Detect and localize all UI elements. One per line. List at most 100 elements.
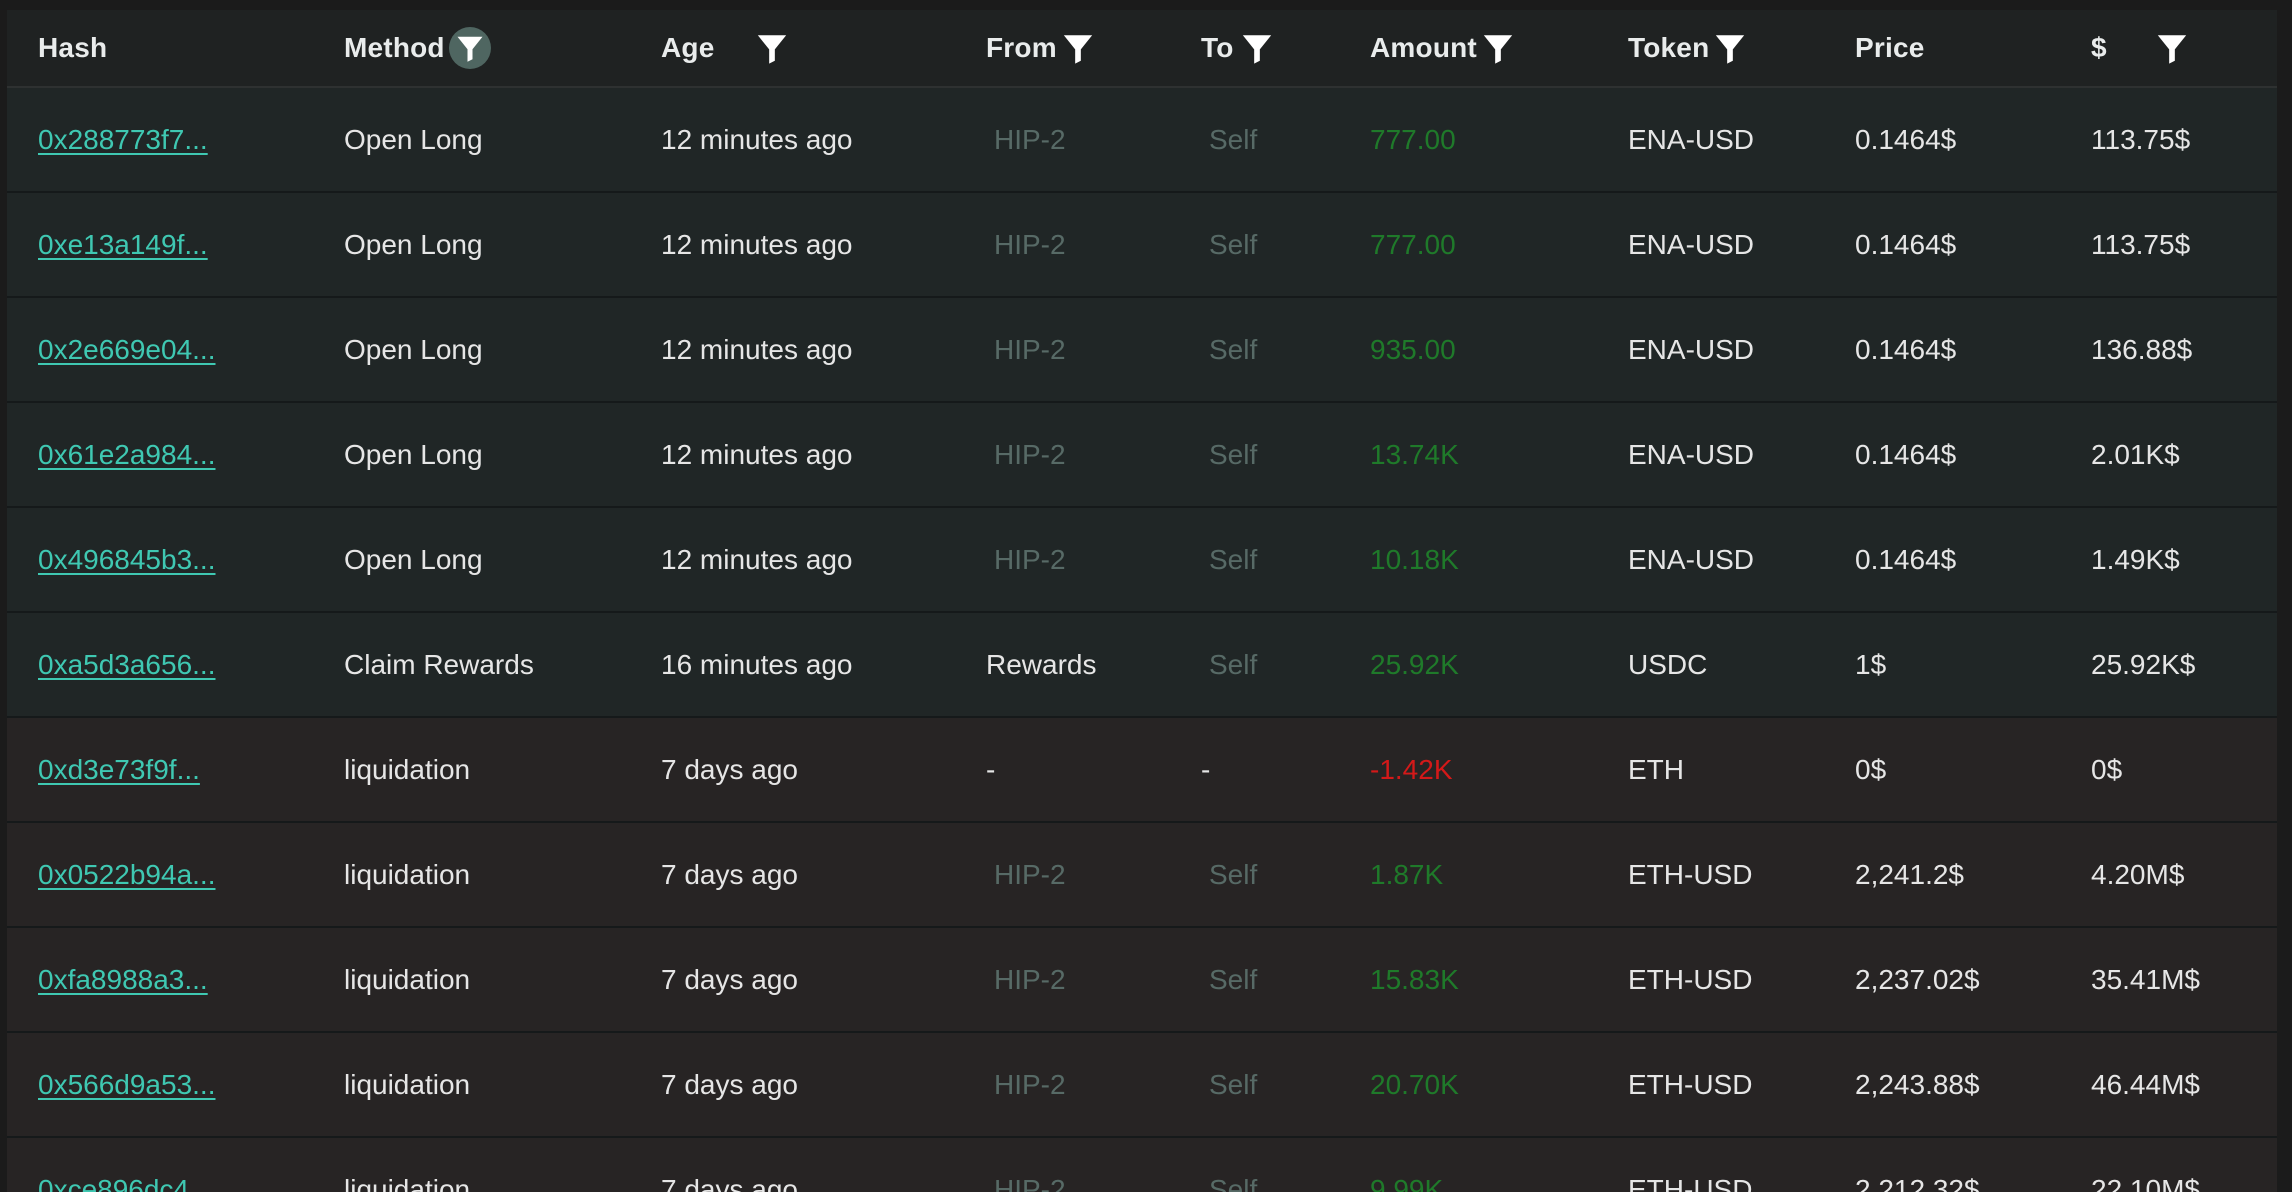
from-cell: HIP-2 <box>994 543 1066 575</box>
column-header-to[interactable]: To <box>1201 10 1274 86</box>
tx-hash-link[interactable]: 0x496845b3... <box>38 508 216 611</box>
column-label-from: From <box>986 32 1057 63</box>
price-cell: 2,212.32$ <box>1855 1173 1980 1192</box>
transactions-table: Hash Method Age From To Amount Token Price $ 0x2… <box>7 10 2277 1192</box>
table-row[interactable]: 0x2e669e04... Open Long 12 minutes ago HIP-… <box>7 298 2277 403</box>
to-cell: Self <box>1209 648 1258 680</box>
usd-cell: 25.92K$ <box>2091 648 2196 680</box>
from-cell: - <box>986 753 996 785</box>
method-cell: Open Long <box>344 123 483 155</box>
method-cell: liquidation <box>344 1068 471 1100</box>
token-cell: ETH-USD <box>1628 858 1753 890</box>
filter-icon[interactable] <box>755 31 789 65</box>
amount-cell: 25.92K <box>1370 648 1459 680</box>
transactions-panel: Hash Method Age From To Amount Token Price $ 0x2… <box>0 0 2292 1192</box>
tx-hash-link[interactable]: 0x0522b94a... <box>38 823 216 926</box>
table-row[interactable]: 0xa5d3a656... Claim Rewards 16 minutes ago… <box>7 613 2277 718</box>
table-header: Hash Method Age From To Amount Token Price $ <box>7 10 2277 88</box>
table-row[interactable]: 0xce896dc4... liquidation 7 days ago HIP-2 S… <box>7 1138 2277 1192</box>
age-cell: 12 minutes ago <box>661 333 853 365</box>
amount-cell: 15.83K <box>1370 963 1459 995</box>
tx-hash-link[interactable]: 0xa5d3a656... <box>38 613 216 716</box>
to-cell: Self <box>1209 438 1258 470</box>
token-cell: ENA-USD <box>1628 228 1755 260</box>
to-cell: Self <box>1209 123 1258 155</box>
amount-cell: 20.70K <box>1370 1068 1459 1100</box>
table-row[interactable]: 0x0522b94a... liquidation 7 days ago HIP-2 S… <box>7 823 2277 928</box>
age-cell: 12 minutes ago <box>661 228 853 260</box>
column-label-price: Price <box>1855 32 1925 63</box>
token-cell: ENA-USD <box>1628 333 1755 365</box>
age-cell: 7 days ago <box>661 858 798 890</box>
table-row[interactable]: 0x496845b3... Open Long 12 minutes ago HIP-… <box>7 508 2277 613</box>
age-cell: 7 days ago <box>661 963 798 995</box>
amount-cell: -1.42K <box>1370 753 1453 785</box>
column-header-hash[interactable]: Hash <box>38 10 107 86</box>
usd-cell: 4.20M$ <box>2091 858 2185 890</box>
filter-icon[interactable] <box>1061 31 1095 65</box>
from-cell: HIP-2 <box>994 963 1066 995</box>
price-cell: 1$ <box>1855 648 1887 680</box>
to-cell: Self <box>1209 1068 1258 1100</box>
age-cell: 7 days ago <box>661 753 798 785</box>
column-header-from[interactable]: From <box>986 10 1095 86</box>
amount-cell: 777.00 <box>1370 228 1456 260</box>
tx-hash-link[interactable]: 0x2e669e04... <box>38 298 216 401</box>
tx-hash-link[interactable]: 0x566d9a53... <box>38 1033 216 1136</box>
token-cell: ENA-USD <box>1628 438 1755 470</box>
amount-cell: 935.00 <box>1370 333 1456 365</box>
column-label-token: Token <box>1628 32 1710 63</box>
token-cell: ENA-USD <box>1628 543 1755 575</box>
table-row[interactable]: 0x566d9a53... liquidation 7 days ago HIP-2 S… <box>7 1033 2277 1138</box>
price-cell: 0.1464$ <box>1855 543 1957 575</box>
from-cell: HIP-2 <box>994 1173 1066 1192</box>
usd-cell: 0$ <box>2091 753 2123 785</box>
from-cell: HIP-2 <box>994 333 1066 365</box>
table-row[interactable]: 0x61e2a984... Open Long 12 minutes ago HIP-… <box>7 403 2277 508</box>
to-cell: Self <box>1209 543 1258 575</box>
filter-icon[interactable] <box>2155 31 2189 65</box>
column-header-amount[interactable]: Amount <box>1370 10 1515 86</box>
tx-hash-link[interactable]: 0x61e2a984... <box>38 403 216 506</box>
table-row[interactable]: 0xd3e73f9f... liquidation 7 days ago - - -1.4… <box>7 718 2277 823</box>
usd-cell: 35.41M$ <box>2091 963 2200 995</box>
method-cell: Claim Rewards <box>344 648 534 680</box>
age-cell: 12 minutes ago <box>661 123 853 155</box>
method-cell: Open Long <box>344 543 483 575</box>
table-row[interactable]: 0xe13a149f... Open Long 12 minutes ago HIP-… <box>7 193 2277 298</box>
token-cell: ETH-USD <box>1628 1173 1753 1192</box>
tx-hash-link[interactable]: 0x288773f7... <box>38 88 208 191</box>
tx-hash-link[interactable]: 0xfa8988a3... <box>38 928 208 1031</box>
to-cell: Self <box>1209 1173 1258 1192</box>
filter-icon[interactable] <box>1240 31 1274 65</box>
from-cell: HIP-2 <box>994 858 1066 890</box>
method-cell: liquidation <box>344 1173 471 1192</box>
method-cell: liquidation <box>344 963 471 995</box>
from-cell: HIP-2 <box>994 438 1066 470</box>
amount-cell: 9.99K <box>1370 1173 1444 1192</box>
filter-icon[interactable] <box>1481 31 1515 65</box>
column-header-method[interactable]: Method <box>344 10 491 86</box>
usd-cell: 136.88$ <box>2091 333 2193 365</box>
method-cell: Open Long <box>344 333 483 365</box>
column-header-token[interactable]: Token <box>1628 10 1747 86</box>
to-cell: Self <box>1209 858 1258 890</box>
amount-cell: 10.18K <box>1370 543 1459 575</box>
filter-icon[interactable] <box>448 27 491 69</box>
token-cell: ENA-USD <box>1628 123 1755 155</box>
price-cell: 0$ <box>1855 753 1887 785</box>
tx-hash-link[interactable]: 0xe13a149f... <box>38 193 208 296</box>
tx-hash-link[interactable]: 0xce896dc4... <box>38 1138 212 1192</box>
age-cell: 16 minutes ago <box>661 648 853 680</box>
column-label-hash: Hash <box>38 32 108 63</box>
column-label-age: Age <box>661 32 715 63</box>
column-header-usd[interactable]: $ <box>2091 10 2189 86</box>
column-header-age[interactable]: Age <box>661 10 789 86</box>
column-header-price[interactable]: Price <box>1855 10 1925 86</box>
table-row[interactable]: 0xfa8988a3... liquidation 7 days ago HIP-2 S… <box>7 928 2277 1033</box>
tx-hash-link[interactable]: 0xd3e73f9f... <box>38 718 200 821</box>
table-row[interactable]: 0x288773f7... Open Long 12 minutes ago HIP-… <box>7 88 2277 193</box>
price-cell: 2,243.88$ <box>1855 1068 1980 1100</box>
column-label-method: Method <box>344 32 445 63</box>
filter-icon[interactable] <box>1713 31 1747 65</box>
